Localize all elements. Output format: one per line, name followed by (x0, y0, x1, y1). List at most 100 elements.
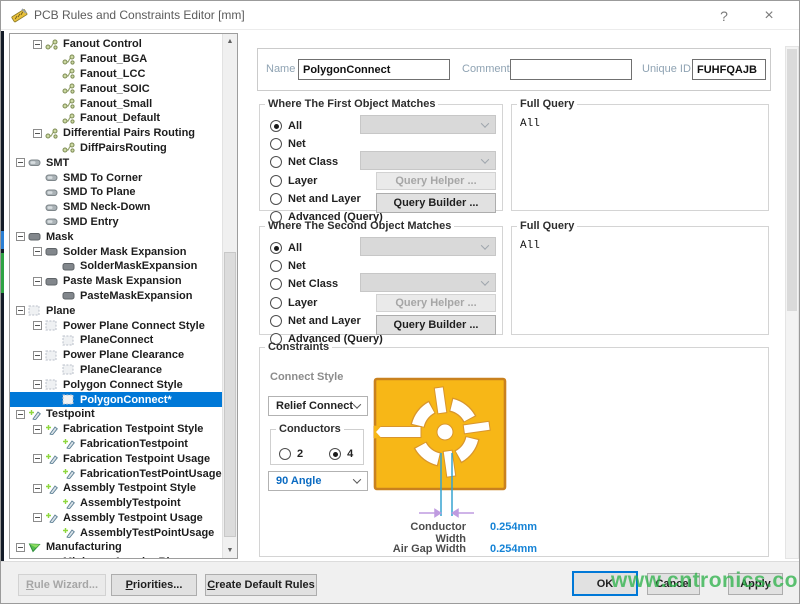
panel-scrollbar[interactable] (785, 46, 799, 559)
radio-icon[interactable] (329, 448, 341, 460)
tree-item[interactable]: Solder Mask Expansion (10, 244, 224, 259)
angle-dropdown[interactable]: 90 Angle (268, 471, 368, 491)
tree-item[interactable]: AssemblyTestPointUsage (10, 525, 224, 540)
expand-toggle-icon[interactable] (33, 129, 42, 138)
radio-icon[interactable] (270, 193, 282, 205)
tree-item[interactable]: Paste Mask Expansion (10, 274, 224, 289)
priorities-button[interactable]: Priorities... (111, 574, 197, 596)
panel-scroll-thumb[interactable] (787, 49, 797, 311)
match-option-layer[interactable]: Layer (270, 295, 317, 311)
tree-item[interactable]: Fabrication Testpoint Style (10, 422, 224, 437)
apply-button[interactable]: Apply (728, 573, 783, 595)
tree-item[interactable]: Mask (10, 229, 224, 244)
comment-input[interactable] (510, 59, 632, 80)
tree-item[interactable]: Fanout_Default (10, 111, 224, 126)
tree-item[interactable]: SMD Entry (10, 215, 224, 230)
tree-item[interactable]: SMD To Plane (10, 185, 224, 200)
match-option-net[interactable]: Net (270, 258, 306, 274)
tree-item[interactable]: PasteMaskExpansion (10, 289, 224, 304)
scroll-down-icon[interactable]: ▼ (223, 543, 237, 558)
first-query-builder-button[interactable]: Query Builder ... (376, 193, 496, 213)
cancel-button[interactable]: Cancel (647, 573, 700, 595)
tree-item[interactable]: Testpoint (10, 407, 224, 422)
expand-toggle-icon[interactable] (33, 321, 42, 330)
tree-item[interactable]: Minimum Annular Ring (10, 555, 224, 559)
tree-scrollbar[interactable]: ▲ ▼ (222, 34, 237, 558)
tree-item[interactable]: Polygon Connect Style (10, 377, 224, 392)
expand-toggle-icon[interactable] (16, 306, 25, 315)
second-full-query-text: All (520, 240, 540, 252)
tree-item[interactable]: FabricationTestPointUsage (10, 466, 224, 481)
scroll-up-icon[interactable]: ▲ (223, 34, 237, 49)
radio-icon[interactable] (270, 120, 282, 132)
tree-item[interactable]: PlaneClearance (10, 363, 224, 378)
radio-icon[interactable] (270, 260, 282, 272)
tree-item[interactable]: Fanout_LCC (10, 67, 224, 82)
tree-item[interactable]: Assembly Testpoint Style (10, 481, 224, 496)
radio-icon[interactable] (270, 297, 282, 309)
radio-icon[interactable] (270, 138, 282, 150)
help-button[interactable]: ? (709, 4, 739, 27)
match-option-net-and-layer[interactable]: Net and Layer (270, 313, 361, 329)
unique-id-input[interactable] (692, 59, 766, 80)
expand-toggle-icon[interactable] (16, 543, 25, 552)
tree-item[interactable]: Manufacturing (10, 540, 224, 555)
match-option-net[interactable]: Net (270, 136, 306, 152)
tree-item[interactable]: Fabrication Testpoint Usage (10, 451, 224, 466)
expand-toggle-icon[interactable] (33, 425, 42, 434)
radio-icon[interactable] (270, 242, 282, 254)
tree-item[interactable]: FabricationTestpoint (10, 437, 224, 452)
tree-item[interactable]: Power Plane Connect Style (10, 318, 224, 333)
tree-scroll-thumb[interactable] (224, 252, 236, 537)
expand-toggle-icon[interactable] (33, 513, 42, 522)
name-input[interactable] (298, 59, 450, 80)
tree-item[interactable]: Fanout_BGA (10, 52, 224, 67)
match-option-net-and-layer[interactable]: Net and Layer (270, 191, 361, 207)
tree-item[interactable]: Fanout Control (10, 37, 224, 52)
tree-item[interactable]: PolygonConnect* (10, 392, 224, 407)
expand-toggle-icon[interactable] (16, 410, 25, 419)
radio-icon[interactable] (270, 315, 282, 327)
expand-toggle-icon[interactable] (33, 247, 42, 256)
second-query-builder-button[interactable]: Query Builder ... (376, 315, 496, 335)
match-option-net-class[interactable]: Net Class (270, 154, 338, 170)
radio-icon[interactable] (270, 156, 282, 168)
expand-toggle-icon[interactable] (33, 454, 42, 463)
tree-item[interactable]: Fanout_Small (10, 96, 224, 111)
tree-item[interactable]: PlaneConnect (10, 333, 224, 348)
match-option-all[interactable]: All (270, 118, 302, 134)
radio-icon[interactable] (270, 278, 282, 290)
conductors-option-4[interactable]: 4 (329, 448, 353, 460)
air-gap-width-value[interactable]: 0.254mm (490, 543, 537, 555)
expand-toggle-icon[interactable] (33, 40, 42, 49)
net-icon (62, 83, 76, 94)
create-default-rules-button[interactable]: Create Default Rules (205, 574, 317, 596)
radio-icon[interactable] (279, 448, 291, 460)
tree-item[interactable]: Power Plane Clearance (10, 348, 224, 363)
tree-item[interactable]: Assembly Testpoint Usage (10, 511, 224, 526)
tree-item[interactable]: Differential Pairs Routing (10, 126, 224, 141)
expand-toggle-icon[interactable] (33, 351, 42, 360)
tree-item[interactable]: SMD Neck-Down (10, 200, 224, 215)
expand-toggle-icon[interactable] (16, 158, 25, 167)
conductors-option-2[interactable]: 2 (279, 448, 303, 460)
tree-item[interactable]: AssemblyTestpoint (10, 496, 224, 511)
tree-item[interactable]: SMT (10, 155, 224, 170)
radio-icon[interactable] (270, 175, 282, 187)
tree-item[interactable]: DiffPairsRouting (10, 141, 224, 156)
tree-item[interactable]: SMD To Corner (10, 170, 224, 185)
match-option-all[interactable]: All (270, 240, 302, 256)
tree-item[interactable]: SolderMaskExpansion (10, 259, 224, 274)
expand-toggle-icon[interactable] (33, 277, 42, 286)
match-option-layer[interactable]: Layer (270, 173, 317, 189)
ok-button[interactable]: OK (572, 571, 638, 596)
conductor-width-value[interactable]: 0.254mm (490, 521, 537, 533)
tree-item[interactable]: Fanout_SOIC (10, 81, 224, 96)
tree-item[interactable]: Plane (10, 303, 224, 318)
connect-style-dropdown[interactable]: Relief Connect (268, 396, 368, 416)
expand-toggle-icon[interactable] (16, 232, 25, 241)
match-option-net-class[interactable]: Net Class (270, 276, 338, 292)
expand-toggle-icon[interactable] (33, 484, 42, 493)
close-icon[interactable]: × (754, 4, 784, 27)
expand-toggle-icon[interactable] (33, 380, 42, 389)
